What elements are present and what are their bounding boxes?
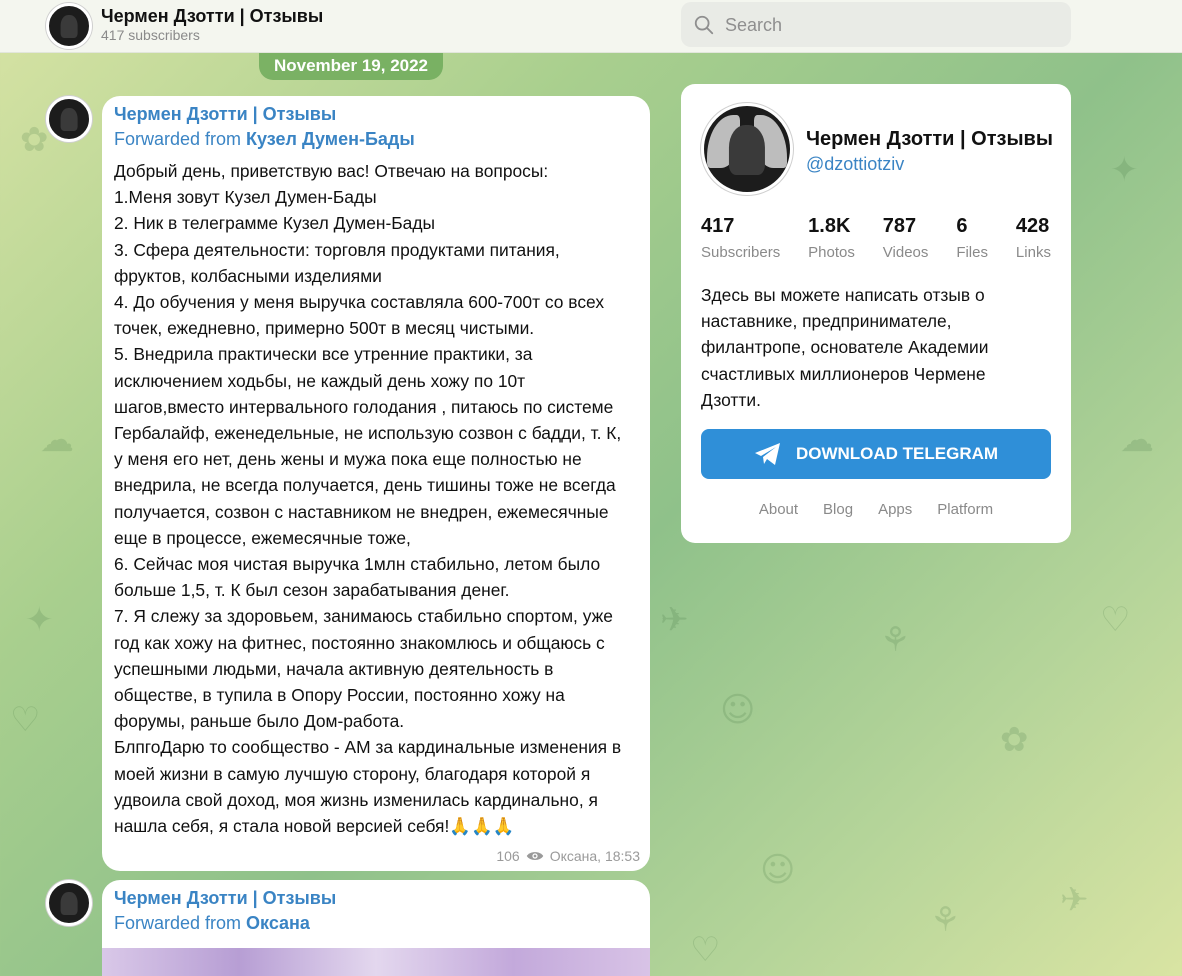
stat-label: Links [1015, 244, 1051, 261]
channel-title[interactable]: Чермен Дзотти | Отзывы [101, 6, 323, 27]
eye-icon [526, 852, 543, 860]
stat-videos[interactable]: 787 Videos [883, 215, 929, 261]
forwarded-prefix: Forwarded from [114, 129, 247, 149]
forwarded-source-link[interactable]: Кузел Думен-Бады [246, 129, 415, 149]
stat-number: 428 [1015, 215, 1050, 237]
channel-description: Здесь вы можете написать отзыв о наставн… [701, 285, 989, 410]
date-separator: November 19, 2022 [259, 53, 443, 80]
message-line: год как хожу на фитнес, постоянно знаком… [114, 632, 605, 653]
message-line: 3. Сфера деятельности: торговля продукта… [114, 239, 560, 260]
stat-photos[interactable]: 1.8K Photos [808, 215, 855, 261]
message-line: внедрила, не всегда получается, день тиш… [114, 475, 616, 496]
stat-files[interactable]: 6 Files [956, 215, 988, 261]
stat-label: Subscribers [701, 244, 781, 261]
view-count: 106 [496, 848, 520, 864]
message-line: шагов,вместо интервального голодания , п… [114, 396, 614, 417]
stat-links[interactable]: 428 Links [1016, 215, 1051, 261]
channel-stats: 417 Subscribers 1.8K Photos 787 Videos 6… [701, 215, 1051, 261]
message-line: БлпгоДарю то сообщество - АМ за кардинал… [114, 737, 622, 758]
search-icon [694, 15, 714, 35]
stat-number: 787 [882, 215, 917, 237]
search-placeholder: Search [725, 15, 783, 35]
message-line: Добрый день, приветствую вас! Отвечаю на… [114, 161, 549, 181]
message-line: фруктов, колбасными изделиями [114, 265, 382, 286]
message-author[interactable]: Чермен Дзотти | Отзывы [114, 888, 336, 909]
message-line: у меня его нет, день жены и мужа пока ещ… [114, 449, 582, 470]
top-bar: Чермен Дзотти | Отзывы 417 subscribers S… [0, 0, 1182, 53]
message-line: 1.Меня зовут Кузел Думен-Бады [114, 187, 377, 208]
panel-channel-title: Чермен Дзотти | Отзывы [806, 128, 1053, 150]
message-line: 7. Я слежу за здоровьем, занимаюсь стаби… [114, 606, 613, 627]
apps-link[interactable]: Apps [878, 501, 912, 518]
stat-number: 6 [956, 215, 968, 237]
message-line: нашла себя, я стала новой версией себя!🙏… [114, 816, 515, 837]
platform-link[interactable]: Platform [937, 501, 993, 518]
forwarded-prefix: Forwarded from [114, 913, 247, 933]
download-telegram-button[interactable]: DOWNLOAD TELEGRAM [701, 429, 1051, 479]
channel-avatar-large[interactable] [701, 103, 793, 195]
stat-label: Videos [882, 244, 929, 261]
stat-number: 417 [701, 215, 735, 237]
message-line: получается, созвон с наставником не внед… [114, 501, 609, 522]
message-line: Гербалайф, еженедельные, не использую со… [114, 423, 622, 444]
blog-link[interactable]: Blog [823, 501, 853, 518]
message-photo[interactable] [102, 948, 650, 976]
stat-label: Files [956, 244, 988, 261]
message-line: 4. До обучения у меня выручка составляла… [114, 292, 605, 313]
subscriber-count: 417 subscribers [101, 27, 200, 43]
message-bubble: Чермен Дзотти | Отзывы Forwarded from Ок… [102, 880, 650, 976]
message-line: удвоила свой доход, моя жизнь изменилась… [114, 789, 598, 810]
message-line: больше 1,5, т. К был сезон зарабатывания… [114, 580, 510, 601]
message-author[interactable]: Чермен Дзотти | Отзывы [114, 104, 336, 125]
message-signature-time[interactable]: Оксана, 18:53 [550, 848, 640, 864]
channel-info-panel: Чермен Дзотти | Отзывы @dzottiotziv 417 … [681, 84, 1071, 543]
stat-label: Photos [808, 244, 855, 261]
forwarded-source-link[interactable]: Оксана [246, 913, 310, 933]
message-avatar[interactable] [46, 96, 92, 142]
footer-links: About Blog Apps Platform [681, 501, 1071, 518]
telegram-plane-icon [754, 443, 780, 465]
message-line: успешными людьми, начала активную деятел… [114, 658, 554, 679]
message-line: 6. Сейчас моя чистая выручка 1млн стабил… [114, 554, 601, 575]
message-line: форумы, раньше было Дом-работа. [114, 711, 405, 732]
message-line: обществе, в тупила в Опору России, посто… [114, 685, 565, 706]
forwarded-header: Forwarded from Оксана [114, 913, 310, 934]
forwarded-header: Forwarded from Кузел Думен-Бады [114, 129, 415, 150]
stat-number: 1.8K [808, 215, 851, 237]
message-line: еще в процессе, ежемесячные тоже, [114, 527, 411, 548]
message-line: точек, ежедневно, примерно 500т в месяц … [114, 318, 535, 339]
message-bubble: Чермен Дзотти | Отзывы Forwarded from Ку… [102, 96, 650, 871]
message-line: 2. Ник в телеграмме Кузел Думен-Бады [114, 213, 435, 234]
message-avatar[interactable] [46, 880, 92, 926]
search-field[interactable]: Search [681, 2, 1071, 47]
message-line: 5. Внедрила практически все утренние пра… [114, 344, 533, 365]
stat-subscribers[interactable]: 417 Subscribers [701, 215, 780, 261]
message-meta: 106 Оксана, 18:53 [496, 848, 640, 864]
download-button-label: DOWNLOAD TELEGRAM [795, 444, 999, 463]
message-line: исключением ходьбы, не каждый день хожу … [114, 370, 526, 391]
about-link[interactable]: About [759, 501, 798, 518]
channel-avatar[interactable] [46, 3, 92, 49]
channel-username-link[interactable]: @dzottiotziv [806, 154, 904, 175]
message-text: Добрый день, приветствую вас! Отвечаю на… [114, 158, 644, 839]
message-line: моей жизни в самую лучшую сторону, благо… [114, 763, 591, 784]
